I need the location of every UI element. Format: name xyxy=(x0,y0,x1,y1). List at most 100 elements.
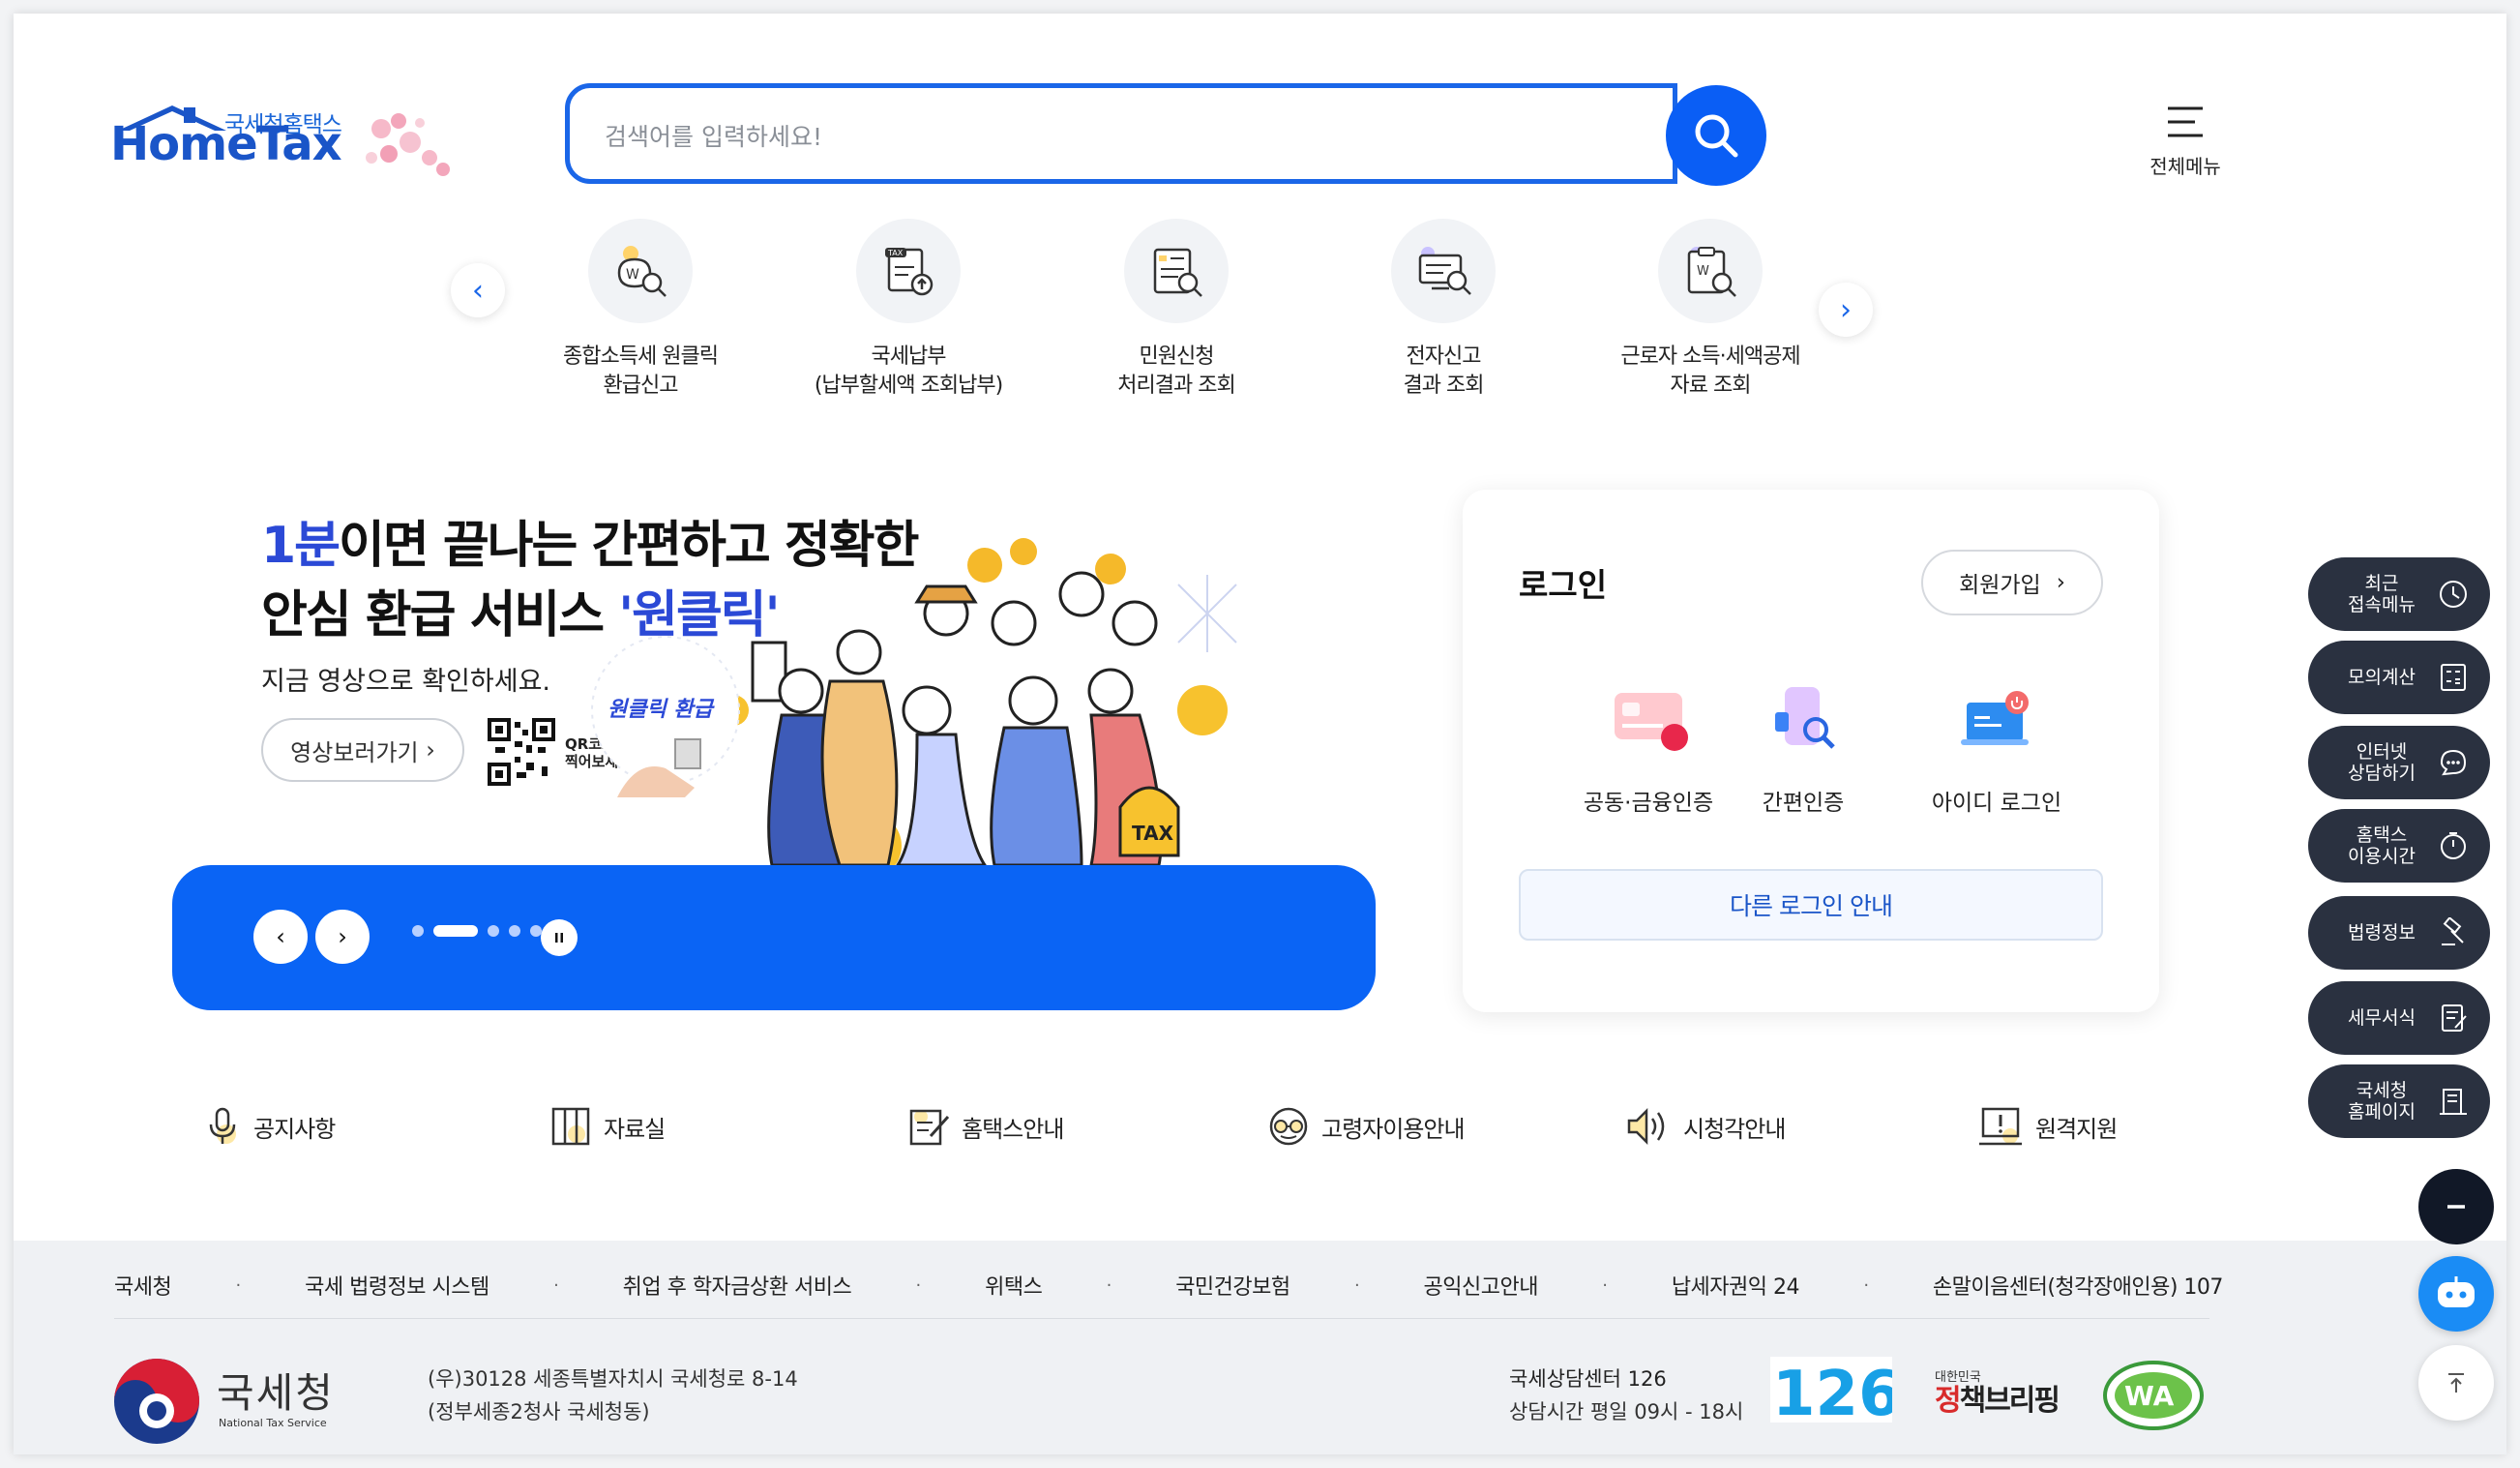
search-box[interactable] xyxy=(565,83,1677,184)
pagination-dot[interactable] xyxy=(488,925,499,937)
pagination-dot[interactable] xyxy=(412,925,424,937)
footer-link[interactable]: 공익신고안내 xyxy=(1424,1270,1539,1301)
banner-pause-button[interactable] xyxy=(541,919,578,956)
footer: 국세청 · 국세 법령정보 시스템 · 취업 후 학자금상환 서비스 · 위택스 · 국… xyxy=(14,1241,2506,1454)
quick-item-civil[interactable]: 민원신청처리결과 조회 xyxy=(1051,219,1302,401)
quick-label-1: 종합소득세 원클릭 xyxy=(563,345,719,369)
collapse-button[interactable] xyxy=(2418,1169,2494,1244)
policy-briefing-logo[interactable]: 대한민국 정책브리핑 xyxy=(1935,1366,2070,1424)
all-menu-button[interactable]: 전체메뉴 xyxy=(2132,91,2238,188)
link-guide[interactable]: 홈택스안내 xyxy=(907,1097,1064,1155)
side-menu-item[interactable]: 법령정보 xyxy=(2308,896,2490,970)
footer-link[interactable]: 국세청 xyxy=(114,1270,172,1301)
search-button[interactable] xyxy=(1666,85,1766,186)
qr-code-icon xyxy=(488,718,555,786)
footer-divider xyxy=(114,1318,2209,1319)
banner-prev-button[interactable]: ‹ xyxy=(253,910,308,964)
side-menu-label: 세무서식 xyxy=(2348,1007,2416,1029)
login-simple[interactable]: 간편인증 xyxy=(1706,683,1900,817)
side-menu-item[interactable]: 세무서식 xyxy=(2308,981,2490,1055)
arrow-up-icon xyxy=(2448,1373,2464,1393)
workers-illustration: TAX xyxy=(718,538,1237,875)
clock-icon xyxy=(2440,581,2467,608)
page: 국세청홈택스 HomeTax 전체메뉴 ‹ › W xyxy=(14,14,2506,1454)
watch-video-button[interactable]: 영상보러가기 › xyxy=(261,718,464,782)
quick-item-deduction[interactable]: W 근로자 소득·세액공제 자료 조회 xyxy=(1585,219,1836,401)
remote-support-icon xyxy=(1979,1107,2022,1146)
chat-icon xyxy=(2440,749,2467,776)
signup-button[interactable]: 회원가입 › xyxy=(1921,550,2103,615)
quick-label-2: (납부할세액 조회납부) xyxy=(814,374,1003,398)
id-login-icon xyxy=(1961,691,2029,745)
side-menu-item[interactable]: 최근 접속메뉴 xyxy=(2308,557,2490,631)
banner-pagination xyxy=(412,925,542,937)
quick-item-refund[interactable]: W 종합소득세 원클릭 환급신고 xyxy=(515,219,766,401)
nts-logo[interactable]: 국세청 National Tax Service xyxy=(110,1355,352,1444)
chatbot-icon xyxy=(2438,1276,2475,1307)
svg-text:W: W xyxy=(1697,264,1709,279)
form-icon xyxy=(2442,1004,2467,1032)
one-click-badge-label: 원클릭 환급 xyxy=(608,698,716,722)
simple-auth-icon xyxy=(1775,687,1835,749)
banner-next-button[interactable]: › xyxy=(315,910,370,964)
footer-link[interactable]: 손말이음센터(청각장애인용) 107 xyxy=(1933,1270,2224,1301)
footer-link[interactable]: 취업 후 학자금상환 서비스 xyxy=(623,1270,852,1301)
chatbot-button[interactable] xyxy=(2418,1256,2494,1332)
side-menu-label: 국세청 홈페이지 xyxy=(2348,1080,2416,1123)
main-banner[interactable]: 1분이면 끝나는 간편하고 정확한 안심 환급 서비스 '원클릭' 지금 영상으… xyxy=(172,488,1391,1015)
timer-icon xyxy=(2441,832,2466,859)
login-method-label: 아이디 로그인 xyxy=(1931,791,2062,816)
call-126-logo[interactable]: 126 xyxy=(1770,1357,1892,1423)
calculator-icon xyxy=(2441,664,2466,691)
search-bar xyxy=(565,77,1774,190)
link-remote-support[interactable]: 원격지원 xyxy=(1977,1097,2118,1155)
quick-label-2: 자료 조회 xyxy=(1670,374,1752,398)
search-icon xyxy=(1695,114,1738,158)
side-menu-label: 법령정보 xyxy=(2348,922,2416,944)
link-notice[interactable]: 공지사항 xyxy=(203,1097,336,1155)
web-accessibility-mark[interactable]: WA xyxy=(2101,1359,2206,1432)
side-menu-label: 모의계산 xyxy=(2348,667,2416,688)
other-login-button[interactable]: 다른 로그인 안내 xyxy=(1519,869,2103,941)
tax-payment-icon: TAX xyxy=(885,248,934,296)
quick-item-efiling[interactable]: 전자신고 결과 조회 xyxy=(1318,219,1569,401)
quick-label-1: 민원신청 xyxy=(1139,345,1215,369)
login-method-label: 간편인증 xyxy=(1762,791,1845,816)
footer-call-center: 국세상담센터 126 상담시간 평일 09시 - 18시 xyxy=(1509,1367,1744,1423)
side-menu-item[interactable]: 인터넷 상담하기 xyxy=(2308,726,2490,799)
call-126-number: 126 xyxy=(1772,1359,1892,1423)
footer-link[interactable]: 국민건강보험 xyxy=(1175,1270,1290,1301)
link-audiovisual[interactable]: 시청각안내 xyxy=(1625,1097,1786,1155)
login-id[interactable]: 아이디 로그인 xyxy=(1900,683,2093,817)
senior-glasses-icon xyxy=(1269,1107,1308,1146)
scroll-top-button[interactable] xyxy=(2418,1345,2494,1421)
svg-text:TAX: TAX xyxy=(887,249,904,257)
quick-label-2: 처리결과 조회 xyxy=(1117,374,1235,398)
footer-link[interactable]: 납세자권익 24 xyxy=(1672,1270,1800,1301)
chevron-right-icon: › xyxy=(2056,570,2065,595)
pagination-dot[interactable] xyxy=(433,925,478,937)
search-input[interactable] xyxy=(605,117,1475,156)
link-archive[interactable]: 자료실 xyxy=(549,1097,666,1155)
side-menu-item[interactable]: 모의계산 xyxy=(2308,641,2490,714)
side-menu-item[interactable]: 국세청 홈페이지 xyxy=(2308,1064,2490,1138)
chevron-right-icon: › xyxy=(426,736,435,764)
footer-link[interactable]: 위택스 xyxy=(985,1270,1043,1301)
logo-title: HomeTax xyxy=(110,117,342,171)
banner-description: 지금 영상으로 확인하세요. xyxy=(261,667,550,697)
side-menu-label: 홈택스 이용시간 xyxy=(2348,824,2416,867)
side-menu-label: 인터넷 상담하기 xyxy=(2348,741,2416,784)
link-elderly[interactable]: 고령자이용안내 xyxy=(1267,1097,1466,1155)
quick-label-1: 전자신고 xyxy=(1406,345,1482,369)
side-menu-item[interactable]: 홈택스 이용시간 xyxy=(2308,809,2490,883)
quick-prev-button[interactable]: ‹ xyxy=(451,263,505,317)
svg-text:W: W xyxy=(626,267,639,283)
footer-links: 국세청 · 국세 법령정보 시스템 · 취업 후 학자금상환 서비스 · 위택스 · 국… xyxy=(114,1266,2223,1304)
pagination-dot[interactable] xyxy=(509,925,520,937)
all-menu-label: 전체메뉴 xyxy=(2149,155,2221,178)
hometax-logo[interactable]: 국세청홈택스 HomeTax xyxy=(110,86,478,193)
footer-link[interactable]: 국세 법령정보 시스템 xyxy=(305,1270,489,1301)
login-title: 로그인 xyxy=(1519,566,1608,604)
quick-item-payment[interactable]: TAX 국세납부 (납부할세액 조회납부) xyxy=(783,219,1034,401)
pause-icon xyxy=(555,933,563,943)
